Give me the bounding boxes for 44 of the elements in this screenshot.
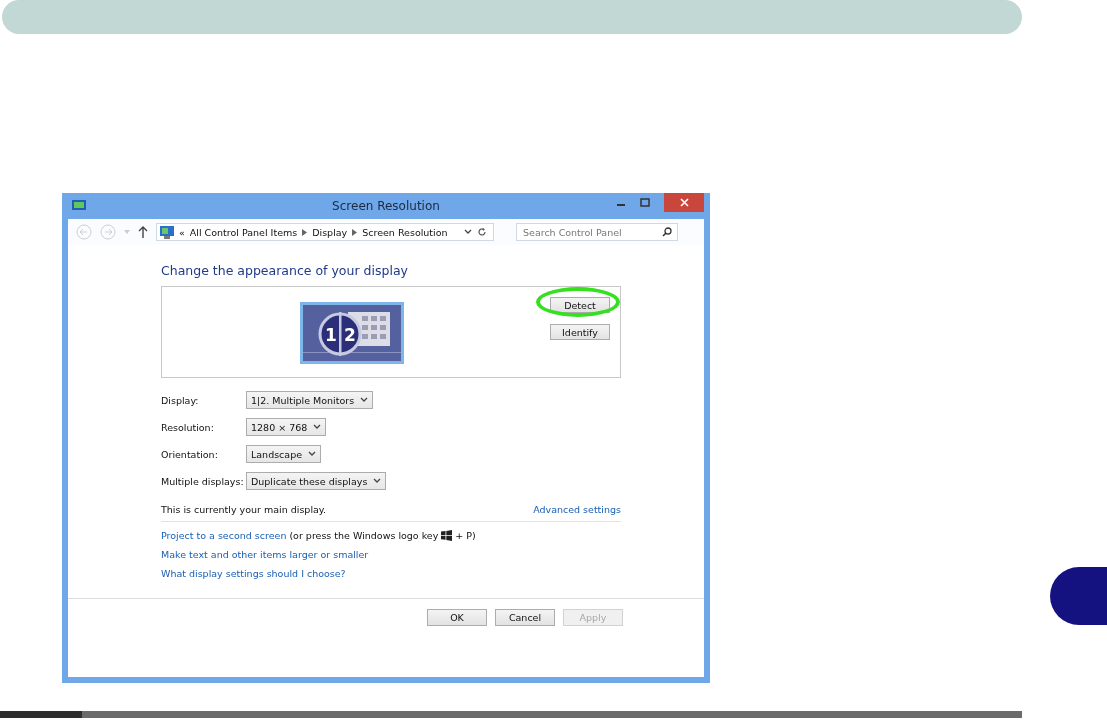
- dialog-button[interactable]: Cancel: [495, 609, 555, 626]
- control-panel-icon: [160, 225, 174, 239]
- main-display-note: This is currently your main display.: [161, 504, 327, 515]
- windows-logo-icon: [441, 530, 453, 541]
- caret-icon[interactable]: [313, 424, 322, 430]
- caret-icon[interactable]: [373, 478, 382, 484]
- breadcrumb[interactable]: All Control Panel Items: [189, 226, 298, 238]
- setting-dropdown[interactable]: 1280 × 768: [246, 418, 327, 436]
- overflow-marker[interactable]: «: [179, 226, 185, 238]
- breadcrumb[interactable]: Display: [312, 226, 348, 238]
- project-link[interactable]: Project to a second screen: [161, 530, 287, 541]
- dialog-button[interactable]: OK: [427, 609, 487, 626]
- breadcrumb[interactable]: Screen Resolution: [362, 226, 448, 238]
- monitor-drawing[interactable]: 1 2: [300, 302, 404, 364]
- window-title: Screen Resolution: [332, 199, 440, 213]
- display-number: 1: [325, 325, 337, 345]
- setting-label: Resolution:: [161, 421, 215, 433]
- setting-label: Orientation:: [161, 448, 219, 460]
- preview-button[interactable]: Identify: [550, 324, 610, 340]
- chevron-icon[interactable]: [302, 228, 308, 236]
- setting-dropdown[interactable]: 1|2. Multiple Monitors: [246, 391, 374, 409]
- display-number: 2: [344, 325, 356, 345]
- search-field[interactable]: Search Control Panel: [516, 223, 678, 241]
- hint-text: + P): [455, 530, 476, 541]
- caret-icon[interactable]: [308, 451, 317, 457]
- preview-button[interactable]: Detect: [550, 297, 610, 313]
- advanced-settings-link[interactable]: Advanced settings: [533, 504, 621, 515]
- help-link[interactable]: What display settings should I choose?: [161, 568, 346, 579]
- maximize-icon[interactable]: [640, 197, 650, 208]
- address-bar[interactable]: « All Control Panel Items Display Screen Resolution: [156, 223, 494, 241]
- close-button[interactable]: [664, 193, 704, 212]
- close-icon[interactable]: [679, 198, 689, 207]
- setting-dropdown[interactable]: Landscape: [246, 445, 322, 463]
- caret-icon[interactable]: [360, 397, 369, 403]
- monitor-icon: [72, 200, 86, 212]
- chevron-icon[interactable]: [352, 228, 358, 236]
- hint-text: (or press the Windows logo key: [289, 530, 439, 541]
- setting-dropdown[interactable]: Duplicate these displays: [246, 472, 387, 490]
- up-arrow-icon[interactable]: [138, 226, 148, 238]
- setting-label: Display:: [161, 394, 200, 406]
- help-link[interactable]: Make text and other items larger or smaller: [161, 549, 369, 560]
- setting-label: Multiple displays:: [161, 475, 245, 487]
- page-heading: Change the appearance of your display: [161, 263, 409, 278]
- refresh-icon[interactable]: [477, 227, 487, 237]
